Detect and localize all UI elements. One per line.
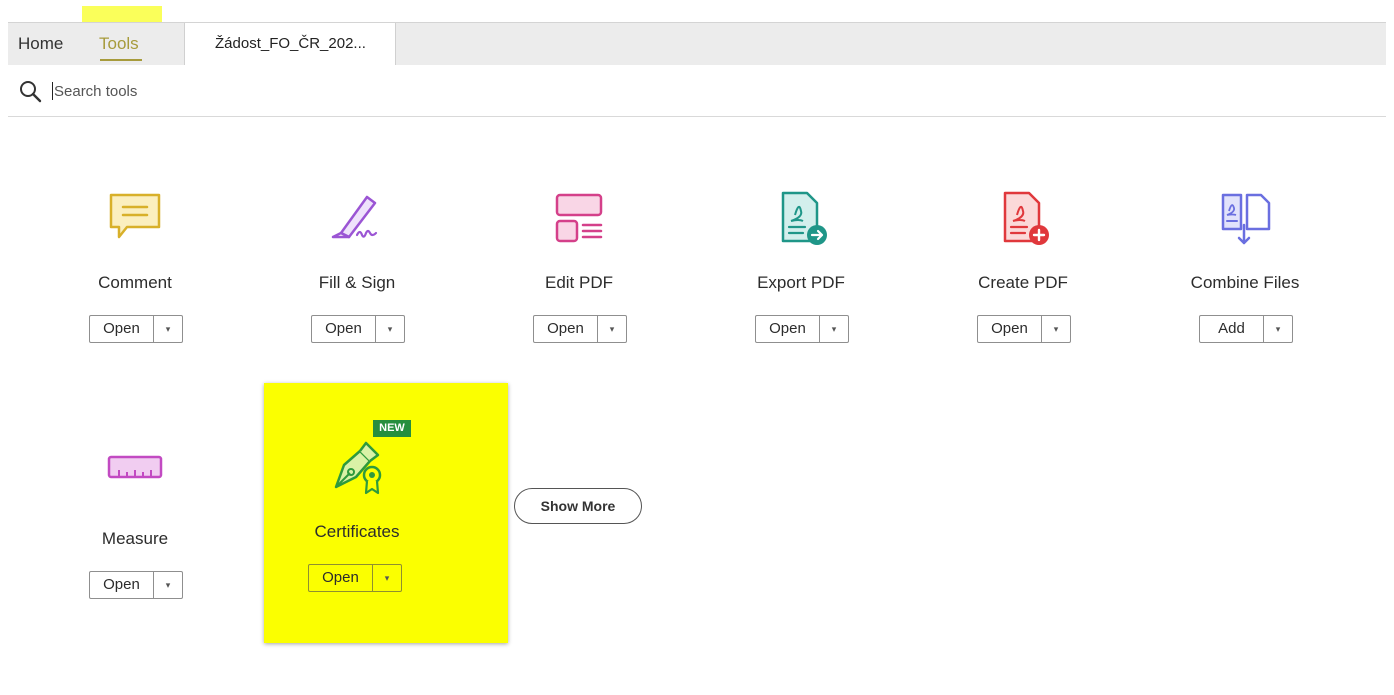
open-button[interactable]: Open [90,316,154,342]
add-split-button[interactable]: Add ▾ [1199,315,1293,343]
certificates-icon[interactable] [326,435,390,499]
text-cursor [52,82,53,100]
fill-sign-icon[interactable] [327,189,387,249]
search-icon[interactable] [18,79,42,103]
tool-label: Measure [101,529,169,548]
dropdown-arrow-icon[interactable]: ▾ [598,316,626,342]
combine-files-icon[interactable] [1215,189,1275,249]
export-pdf-icon[interactable] [771,189,831,249]
comment-icon[interactable] [105,189,165,249]
open-split-button[interactable]: Open ▾ [308,564,402,592]
open-split-button[interactable]: Open ▾ [89,571,183,599]
dropdown-arrow-icon[interactable]: ▾ [820,316,848,342]
add-button[interactable]: Add [1200,316,1264,342]
tool-label: Create PDF [978,273,1068,292]
open-button[interactable]: Open [534,316,598,342]
open-button[interactable]: Open [978,316,1042,342]
open-button[interactable]: Open [756,316,820,342]
dropdown-arrow-icon[interactable]: ▾ [154,572,182,598]
tool-label: Comment [98,273,172,292]
open-split-button[interactable]: Open ▾ [311,315,405,343]
dropdown-arrow-icon[interactable]: ▾ [376,316,404,342]
top-strip [0,0,1394,22]
tool-label: Certificates [314,522,400,541]
open-split-button[interactable]: Open ▾ [977,315,1071,343]
tab-document[interactable]: Žádost_FO_ČR_202... [184,23,396,65]
open-split-button[interactable]: Open ▾ [89,315,183,343]
edit-pdf-icon[interactable] [549,189,609,249]
tools-grid: Comment Open ▾ Fill & Sign Open ▾ Edit P… [0,117,1394,695]
search-bar [8,65,1386,117]
measure-icon[interactable] [105,445,165,505]
open-button[interactable]: Open [90,572,154,598]
create-pdf-icon[interactable] [993,189,1053,249]
open-button[interactable]: Open [309,565,373,591]
dropdown-arrow-icon[interactable]: ▾ [1264,316,1292,342]
open-split-button[interactable]: Open ▾ [533,315,627,343]
open-button[interactable]: Open [312,316,376,342]
dropdown-arrow-icon[interactable]: ▾ [1042,316,1070,342]
search-input[interactable] [54,77,554,105]
tab-bar: Home Tools Žádost_FO_ČR_202... [8,22,1386,66]
open-split-button[interactable]: Open ▾ [755,315,849,343]
tool-label: Combine Files [1190,273,1300,292]
tool-label: Export PDF [757,273,845,292]
dropdown-arrow-icon[interactable]: ▾ [154,316,182,342]
dropdown-arrow-icon[interactable]: ▾ [373,565,401,591]
tool-label: Fill & Sign [318,273,396,292]
show-more-button[interactable]: Show More [514,488,642,524]
tool-label: Edit PDF [544,273,614,292]
tab-home[interactable]: Home [18,23,63,65]
active-tab-indicator [100,59,142,61]
tool-certificates: NEW Certificates Open ▾ [264,383,508,643]
